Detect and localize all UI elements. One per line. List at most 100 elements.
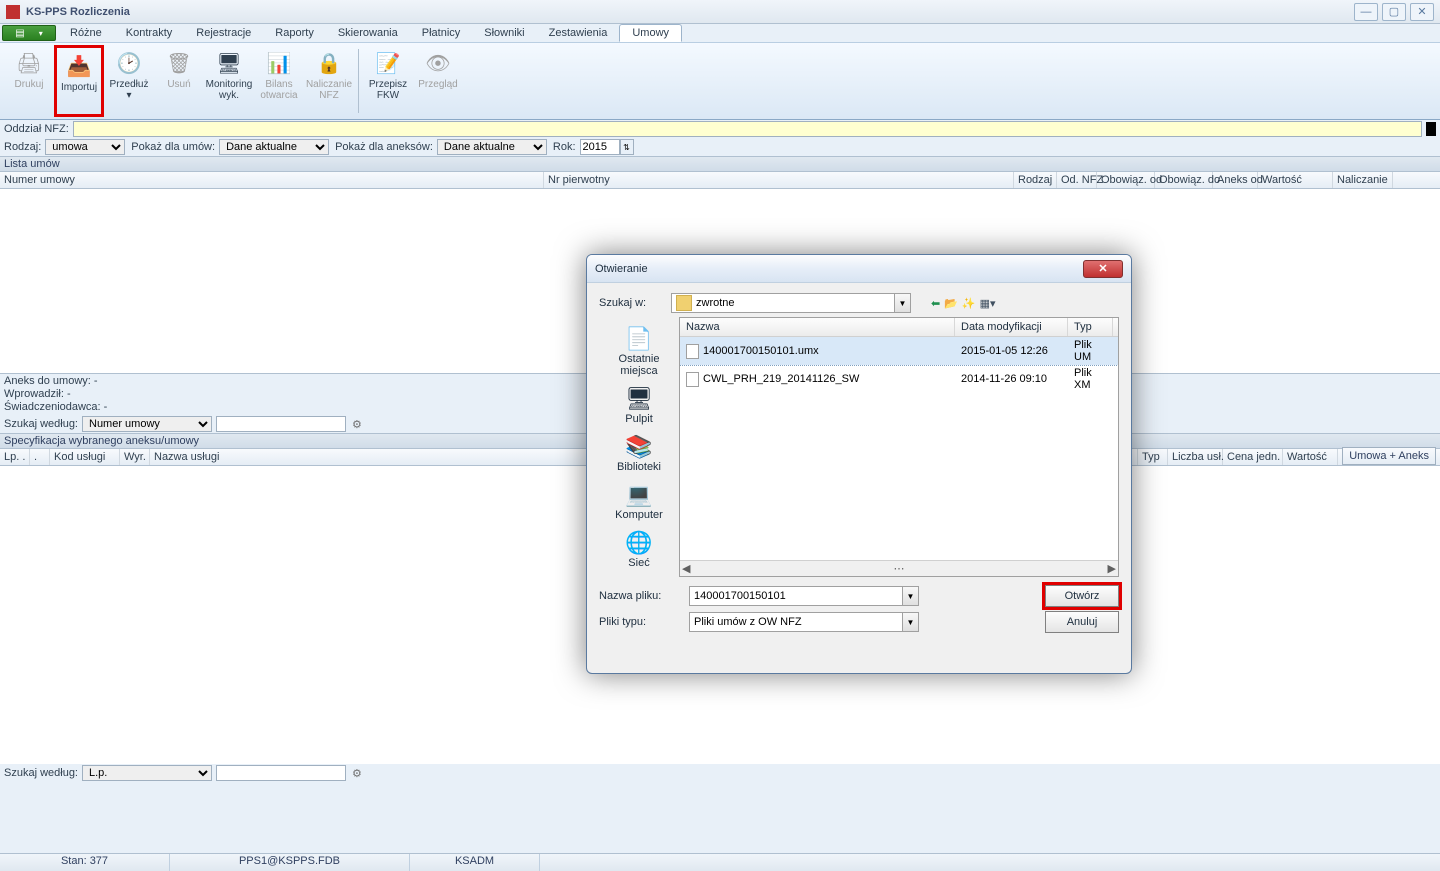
grid2-col[interactable]: Wyr.: [120, 449, 150, 465]
file-list-body[interactable]: 140001700150101.umx2015-01-05 12:26Plik …: [680, 337, 1118, 560]
cancel-button[interactable]: Anuluj: [1045, 611, 1119, 633]
menu-raporty[interactable]: Raporty: [263, 25, 326, 41]
ribbon-przepisz-fkw[interactable]: 📝Przepisz FKW: [363, 45, 413, 117]
filelist-col[interactable]: Nazwa: [680, 318, 955, 336]
search1-field-select[interactable]: Numer umowy: [82, 416, 212, 432]
places-komputer[interactable]: 💻Komputer: [615, 481, 663, 521]
grid1-col[interactable]: Obowiąz. do: [1155, 172, 1213, 188]
ribbon-bilans-otwarcia: 📊Bilans otwarcia: [254, 45, 304, 117]
rok-label: Rok:: [553, 141, 576, 153]
menu-zestawienia[interactable]: Zestawienia: [537, 25, 620, 41]
file-menu-button[interactable]: ▤: [2, 25, 56, 41]
lookin-row: Szukaj w: zwrotne ▼ ⬅ 📂 ✨ ▦▾: [599, 293, 1119, 313]
search2-input[interactable]: [216, 765, 346, 781]
menu-kontrakty[interactable]: Kontrakty: [114, 25, 184, 41]
filter-row-2: Rodzaj: umowa Pokaż dla umów: Dane aktua…: [0, 138, 1440, 156]
titlebar: KS-PPS Rozliczenia — ▢ ✕: [0, 0, 1440, 24]
menu-umowy[interactable]: Umowy: [619, 24, 682, 42]
grid2-col[interactable]: Cena jedn.: [1223, 449, 1283, 465]
ribbon-usu-: 🗑Usuń: [154, 45, 204, 117]
filename-combo[interactable]: ▼: [689, 586, 919, 606]
open-button[interactable]: Otwórz: [1045, 585, 1119, 607]
grid1-col[interactable]: Nr pierwotny: [544, 172, 1014, 188]
grid1-col[interactable]: Od. NFZ: [1057, 172, 1097, 188]
places-pulpit[interactable]: 🖥Pulpit: [623, 385, 655, 425]
filename-input[interactable]: [689, 586, 903, 606]
file-row[interactable]: 140001700150101.umx2015-01-05 12:26Plik …: [680, 337, 1118, 365]
oddzial-label: Oddział NFZ:: [4, 123, 69, 135]
pokaz-aneks-label: Pokaż dla aneksów:: [335, 141, 433, 153]
grid2-col[interactable]: Wartość: [1283, 449, 1338, 465]
meta-aneks: Aneks do umowy: -: [4, 375, 98, 388]
lookin-combo[interactable]: zwrotne ▼: [671, 293, 911, 313]
grid2-col[interactable]: Liczba usł.: [1168, 449, 1223, 465]
filelist-col[interactable]: Data modyfikacji: [955, 318, 1068, 336]
umowa-aneks-button[interactable]: Umowa + Aneks: [1342, 447, 1436, 465]
folder-icon: [676, 295, 692, 311]
app-icon: [6, 5, 20, 19]
menu-rejestracje[interactable]: Rejestracje: [184, 25, 263, 41]
oddzial-lookup-icon[interactable]: [1426, 122, 1436, 136]
file-list: NazwaData modyfikacjiTyp 140001700150101…: [679, 317, 1119, 577]
search-row-2: Szukaj według: L.p. ⚙: [0, 764, 1440, 782]
gear-icon[interactable]: ⚙: [352, 418, 362, 431]
file-row[interactable]: CWL_PRH_219_20141126_SW2014-11-26 09:10P…: [680, 365, 1118, 393]
status-bar: Stan: 377 PPS1@KSPPS.FDB KSADM: [0, 853, 1440, 871]
gear-icon-2[interactable]: ⚙: [352, 767, 362, 780]
ribbon-przed-u-[interactable]: 🕑Przedłuż▾: [104, 45, 154, 117]
places-sieć[interactable]: 🌐Sieć: [623, 529, 655, 569]
menu-słowniki[interactable]: Słowniki: [472, 25, 536, 41]
dialog-toolbar-icons: ⬅ 📂 ✨ ▦▾: [931, 297, 996, 310]
filelist-col[interactable]: Typ: [1068, 318, 1113, 336]
menu-skierowania[interactable]: Skierowania: [326, 25, 410, 41]
grid1-col[interactable]: Wartość: [1258, 172, 1333, 188]
dialog-titlebar: Otwieranie ✕: [587, 255, 1131, 283]
grid2-col[interactable]: Typ: [1138, 449, 1168, 465]
places-biblioteki[interactable]: 📚Biblioteki: [617, 433, 661, 473]
chevron-down-icon[interactable]: ▼: [903, 612, 919, 632]
section-lista-umow: Lista umów: [0, 156, 1440, 172]
new-folder-icon[interactable]: ✨: [962, 297, 976, 310]
menubar: ▤ RóżneKontraktyRejestracjeRaportySkiero…: [0, 24, 1440, 42]
grid2-col[interactable]: .: [30, 449, 50, 465]
search1-input[interactable]: [216, 416, 346, 432]
file-icon: [686, 372, 699, 387]
chevron-down-icon[interactable]: ▼: [903, 586, 919, 606]
horizontal-scrollbar[interactable]: ◀⋯▶: [680, 560, 1118, 576]
maximize-button[interactable]: ▢: [1382, 3, 1406, 21]
view-menu-icon[interactable]: ▦▾: [980, 297, 996, 310]
pokaz-aneks-select[interactable]: Dane aktualne: [437, 139, 547, 155]
ribbon-importuj[interactable]: 📥Importuj: [54, 45, 104, 117]
menu-różne[interactable]: Różne: [58, 25, 114, 41]
search2-field-select[interactable]: L.p.: [82, 765, 212, 781]
ribbon-toolbar: 🖨Drukuj📥Importuj🕑Przedłuż▾🗑Usuń🖥Monitori…: [0, 42, 1440, 120]
ribbon-naliczanie-nfz: 🔒Naliczanie NFZ: [304, 45, 354, 117]
rok-spinner-icon[interactable]: ⇅: [620, 139, 634, 155]
open-file-dialog: Otwieranie ✕ Szukaj w: zwrotne ▼ ⬅ 📂 ✨ ▦…: [586, 254, 1132, 674]
rok-input[interactable]: [580, 139, 620, 155]
grid1-col[interactable]: Rodzaj: [1014, 172, 1057, 188]
filter-oddzial-row: Oddział NFZ:: [0, 120, 1440, 138]
rodzaj-label: Rodzaj:: [4, 141, 41, 153]
filetype-combo[interactable]: Pliki umów z OW NFZ ▼: [689, 612, 919, 632]
minimize-button[interactable]: —: [1354, 3, 1378, 21]
pokaz-umow-select[interactable]: Dane aktualne: [219, 139, 329, 155]
dialog-title: Otwieranie: [595, 263, 648, 275]
rodzaj-select[interactable]: umowa: [45, 139, 125, 155]
oddzial-input[interactable]: [73, 121, 1422, 137]
ribbon-monitoring-wyk-[interactable]: 🖥Monitoring wyk.: [204, 45, 254, 117]
places-ostatnie-miejsca[interactable]: 📄Ostatnie miejsca: [599, 325, 679, 377]
grid1-col[interactable]: Naliczanie: [1333, 172, 1393, 188]
grid1-col[interactable]: Numer umowy: [0, 172, 544, 188]
grid1-col[interactable]: Obowiąz. od: [1097, 172, 1155, 188]
back-icon[interactable]: ⬅: [931, 297, 940, 310]
menu-płatnicy[interactable]: Płatnicy: [410, 25, 473, 41]
grid1-col[interactable]: Aneks od: [1213, 172, 1258, 188]
dialog-close-button[interactable]: ✕: [1083, 260, 1123, 278]
grid2-col[interactable]: Lp. .: [0, 449, 30, 465]
grid2-col[interactable]: Kod usługi: [50, 449, 120, 465]
close-window-button[interactable]: ✕: [1410, 3, 1434, 21]
up-folder-icon[interactable]: 📂: [944, 297, 958, 310]
app-title: KS-PPS Rozliczenia: [26, 6, 130, 18]
chevron-down-icon[interactable]: ▼: [895, 293, 911, 313]
